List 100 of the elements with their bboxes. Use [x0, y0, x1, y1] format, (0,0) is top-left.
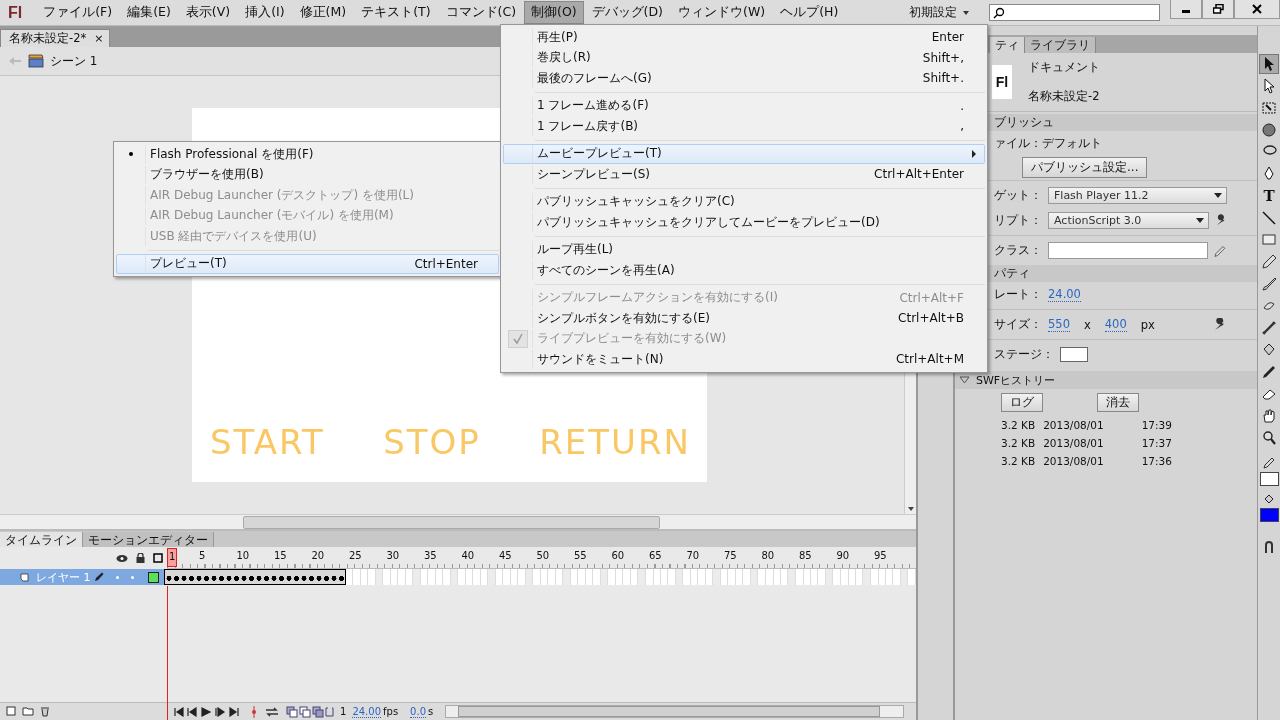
- class-input-field[interactable]: [1048, 242, 1209, 259]
- close-button[interactable]: [1234, 0, 1280, 19]
- frame-number: 5: [198, 550, 206, 561]
- pencil-icon: [94, 572, 104, 582]
- height-value[interactable]: 400: [1104, 317, 1127, 332]
- lock-dot[interactable]: [131, 575, 134, 579]
- menu-item[interactable]: プレビュー(T) Ctrl+Enter: [116, 253, 499, 274]
- disclosure-triangle-icon[interactable]: [959, 376, 970, 384]
- panel-tab[interactable]: タイムライン: [0, 532, 83, 547]
- field-label: クラス：: [994, 243, 1042, 258]
- frame-number: 80: [760, 550, 775, 561]
- color-swatch[interactable]: [1259, 508, 1279, 522]
- restore-button[interactable]: [1202, 0, 1234, 19]
- menu-item[interactable]: ブラウザーを使用(B): [116, 164, 499, 185]
- field-label: ゲット：: [994, 188, 1042, 203]
- section-header: パティ: [994, 266, 1030, 281]
- app-logo: Fl: [8, 3, 23, 22]
- caret-icon[interactable]: [963, 10, 969, 15]
- workspace-dropdown[interactable]: 初期設定: [909, 4, 957, 21]
- color-swatch[interactable]: [1259, 472, 1279, 486]
- visibility-dot[interactable]: [116, 575, 119, 579]
- target-dropdown[interactable]: Flash Player 11.2: [1048, 187, 1227, 204]
- paint-bucket-icon: [1263, 493, 1275, 505]
- close-tab-button[interactable]: ×: [94, 32, 104, 45]
- frame-rate-value[interactable]: 24.00: [352, 705, 381, 718]
- history-button[interactable]: 消去: [1097, 393, 1139, 412]
- folder-icon[interactable]: [22, 706, 34, 716]
- select-tool[interactable]: [1259, 54, 1279, 74]
- outline-icon[interactable]: [153, 553, 163, 563]
- publish-settings-button[interactable]: パブリッシュ設定...: [1022, 156, 1148, 178]
- menu-item[interactable]: すべてのシーンを再生(A): [503, 260, 985, 281]
- rect-icon: [1261, 232, 1277, 248]
- menu-item[interactable]: サウンドをミュート(N) Ctrl+Alt+M: [503, 349, 985, 370]
- panel-tab[interactable]: ティ: [990, 37, 1025, 53]
- history-button[interactable]: ログ: [1001, 393, 1043, 412]
- checkmark-icon: [508, 329, 528, 348]
- menu-item[interactable]: 再生(P) Enter: [503, 27, 985, 48]
- frame-number: 95: [873, 550, 887, 561]
- center-frame-icon[interactable]: [250, 705, 258, 718]
- frame-number: 85: [798, 550, 812, 561]
- pencil-tool[interactable]: [1259, 252, 1279, 272]
- lock-icon[interactable]: [136, 553, 145, 563]
- document-tab[interactable]: 名称未設定-2* ×: [0, 29, 111, 47]
- frame-number: 45: [498, 550, 512, 561]
- search-field[interactable]: [989, 4, 1160, 21]
- layer-color-swatch[interactable]: [148, 571, 159, 583]
- menu-item[interactable]: パブリッシュキャッシュをクリアしてムービーをプレビュー(D): [503, 212, 985, 233]
- script-dropdown[interactable]: ActionScript 3.0: [1048, 212, 1209, 229]
- menu-bar-item[interactable]: ヘルプ(H): [773, 1, 846, 24]
- eye-icon[interactable]: [116, 553, 128, 563]
- menu-item[interactable]: シーンプレビュー(S) Ctrl+Alt+Enter: [503, 164, 985, 185]
- time-text: 17:36: [1141, 455, 1172, 467]
- date-text: 2013/08/01: [1043, 437, 1104, 449]
- menu-bar-item[interactable]: 修正(M): [292, 1, 354, 24]
- menu-item[interactable]: ループ再生(L): [503, 239, 985, 260]
- menu-bar-item[interactable]: 制御(O): [524, 1, 584, 24]
- rotate3d-tool[interactable]: [1259, 120, 1279, 140]
- menu-item[interactable]: 巻戻し(R) Shift+,: [503, 47, 985, 68]
- horizontal-scrollbar[interactable]: [0, 514, 916, 529]
- elapsed-time-value: 0.0: [410, 705, 426, 718]
- menu-bar-item[interactable]: 表示(V): [178, 1, 238, 24]
- line-icon: [1261, 210, 1277, 226]
- frame-number: 55: [573, 550, 587, 561]
- menu-item[interactable]: 1 フレーム戻す(B) ,: [503, 116, 985, 137]
- field-label: サイズ：: [994, 317, 1042, 332]
- section-header: SWFヒストリー: [976, 372, 1056, 388]
- width-value[interactable]: 550: [1048, 317, 1070, 332]
- menu-item[interactable]: シンプルボタンを有効にする(E) Ctrl+Alt+B: [503, 308, 985, 329]
- frame-rate-value[interactable]: 24.00: [1048, 287, 1081, 302]
- panel-tab[interactable]: モーションエディター: [83, 532, 214, 547]
- file-size: 3.2 KB: [1001, 455, 1036, 467]
- frame-number: 15: [273, 550, 287, 561]
- new-layer-icon[interactable]: [6, 706, 16, 716]
- timeline-scrollbar[interactable]: [445, 705, 904, 718]
- menu-item[interactable]: 1 フレーム進める(F) .: [503, 95, 985, 116]
- onion-skin-icon[interactable]: [286, 705, 334, 718]
- menu-bar-item[interactable]: ウィンドウ(W): [671, 1, 773, 24]
- frame-rate-unit: fps: [383, 706, 399, 717]
- menu-item[interactable]: 最後のフレームへ(G) Shift+.: [503, 68, 985, 89]
- pencil-icon[interactable]: [1214, 243, 1227, 258]
- stage-button-label: RETURN: [539, 422, 691, 462]
- frame-number: 65: [648, 550, 662, 561]
- magnet-icon[interactable]: [1262, 540, 1276, 554]
- menu-item[interactable]: パブリッシュキャッシュをクリア(C): [503, 191, 985, 212]
- panel-tab[interactable]: ライブラリ: [1025, 37, 1096, 53]
- trash-icon[interactable]: [40, 706, 50, 717]
- menu-bar-item[interactable]: 挿入(I): [238, 1, 292, 24]
- menu-bar-item[interactable]: デバッグ(D): [584, 1, 670, 24]
- stage-color-swatch[interactable]: [1060, 347, 1088, 362]
- minimize-button[interactable]: [1170, 0, 1202, 19]
- menu-bar-item[interactable]: ファイル(F): [36, 1, 120, 24]
- menu-bar-item[interactable]: テキスト(T): [354, 1, 438, 24]
- time-text: 17:39: [1141, 419, 1172, 431]
- menu-bar-item[interactable]: 編集(E): [120, 1, 178, 24]
- menu-item[interactable]: Flash Professional を使用(F): [116, 144, 499, 165]
- menu-bar-item[interactable]: コマンド(C): [438, 1, 523, 24]
- text-tool[interactable]: T: [1259, 186, 1279, 206]
- menu-item[interactable]: ムービープレビュー(T): [503, 143, 985, 164]
- frame-number: 10: [235, 550, 250, 561]
- loop-icon[interactable]: [264, 706, 280, 717]
